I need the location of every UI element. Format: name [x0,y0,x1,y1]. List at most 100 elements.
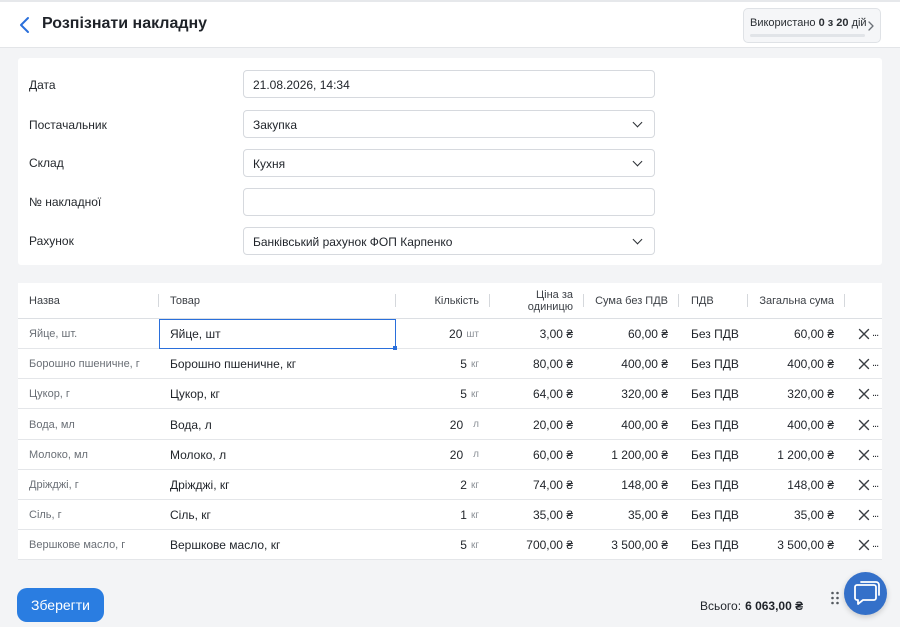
quantity-value: 1 [460,508,467,523]
row-total[interactable]: 400,00 ₴ [751,349,834,379]
row-vat[interactable]: Без ПДВ [691,500,739,530]
account-select[interactable]: Банківський рахунок ФОП Карпенко [243,227,655,255]
row-more-button[interactable]: ... [872,387,879,399]
row-product[interactable]: Дріжджі, кг [170,470,229,500]
row-sum-no-vat[interactable]: 35,00 ₴ [586,500,668,530]
account-label: Рахунок [29,234,74,248]
usage-widget[interactable]: Використано 0 з 20 дій [743,8,881,43]
save-button[interactable]: Зберегти [17,588,104,622]
column-separator[interactable] [678,294,679,307]
row-sum-no-vat[interactable]: 148,00 ₴ [586,470,668,500]
row-quantity[interactable]: 5 кг [398,379,479,409]
row-vat[interactable]: Без ПДВ [691,319,739,349]
column-separator[interactable] [158,294,159,307]
quantity-unit: кг [470,509,479,521]
drag-handle-icon[interactable] [830,590,840,606]
row-unit-price[interactable]: 64,00 ₴ [493,379,573,409]
row-quantity[interactable]: 20 шт [398,319,479,349]
row-name: Вершкове масло, г [29,539,126,552]
chat-button[interactable] [844,572,887,615]
row-total[interactable]: 3 500,00 ₴ [751,530,834,560]
row-vat[interactable]: Без ПДВ [691,440,739,470]
row-total[interactable]: 1 200,00 ₴ [751,440,834,470]
warehouse-select[interactable]: Кухня [243,149,655,177]
close-icon[interactable] [858,509,870,521]
close-icon[interactable] [858,358,870,370]
quantity-unit: кг [470,479,479,491]
column-separator[interactable] [583,294,584,307]
row-unit-price[interactable]: 3,00 ₴ [493,319,573,349]
close-icon[interactable] [858,479,870,491]
row-product[interactable]: Яйце, шт [170,319,221,349]
row-name: Борошно пшеничне, г [29,358,140,371]
row-name: Яйце, шт. [29,328,78,340]
row-vat[interactable]: Без ПДВ [691,410,739,440]
row-vat[interactable]: Без ПДВ [691,470,739,500]
row-unit-price[interactable]: 20,00 ₴ [493,410,573,440]
supplier-select[interactable]: Закупка [243,110,655,138]
column-separator[interactable] [844,294,845,307]
row-unit-price[interactable]: 74,00 ₴ [493,470,573,500]
row-product[interactable]: Цукор, кг [170,379,220,409]
table-row: Сіль, г Сіль, кг 1 кг 35,00 ₴ 35,00 ₴ Без ПДВ 3… [18,500,882,531]
row-quantity[interactable]: 1 кг [398,500,479,530]
column-separator[interactable] [747,294,748,307]
row-more-button[interactable]: ... [872,327,879,339]
row-name: Молоко, мл [29,448,88,461]
row-more-button[interactable]: ... [872,478,879,490]
table-row: Вода, мл Вода, л 20 л 20,00 ₴ 400,00 ₴ Без ПДВ… [18,410,882,440]
row-total[interactable]: 60,00 ₴ [751,319,834,349]
row-total[interactable]: 320,00 ₴ [751,379,834,409]
row-product[interactable]: Вода, л [170,410,212,440]
row-product[interactable]: Борошно пшеничне, кг [170,349,296,379]
row-more-button[interactable]: ... [872,448,879,460]
row-product[interactable]: Сіль, кг [170,500,211,530]
row-sum-no-vat[interactable]: 400,00 ₴ [586,410,668,440]
quantity-unit: л [473,449,479,461]
close-icon[interactable] [858,388,870,400]
row-quantity[interactable]: 5 кг [398,530,479,560]
row-total[interactable]: 35,00 ₴ [751,500,834,530]
row-quantity[interactable]: 5 кг [398,349,479,379]
close-icon[interactable] [858,419,870,431]
row-quantity[interactable]: 2 кг [398,470,479,500]
close-icon[interactable] [858,539,870,551]
row-total[interactable]: 148,00 ₴ [751,470,834,500]
row-more-button[interactable]: ... [872,418,879,430]
row-name: Цукор, г [29,388,70,401]
row-more-button[interactable]: ... [872,508,879,520]
row-vat[interactable]: Без ПДВ [691,530,739,560]
quantity-unit: кг [470,388,479,400]
invoice-number-field[interactable] [243,188,655,216]
row-sum-no-vat[interactable]: 60,00 ₴ [586,319,668,349]
date-field[interactable]: 21.08.2026, 14:34 [243,70,655,98]
row-more-button[interactable]: ... [872,538,879,550]
row-quantity[interactable]: 20 л [398,410,479,440]
row-quantity[interactable]: 20 л [398,440,479,470]
total-label: Всього: [700,599,742,613]
row-sum-no-vat[interactable]: 400,00 ₴ [586,349,668,379]
row-unit-price[interactable]: 60,00 ₴ [493,440,573,470]
usage-text: Використано 0 з 20 дій [750,17,867,29]
row-unit-price[interactable]: 700,00 ₴ [493,530,573,560]
row-sum-no-vat[interactable]: 1 200,00 ₴ [586,440,668,470]
close-icon[interactable] [858,449,870,461]
column-separator[interactable] [395,294,396,307]
column-separator[interactable] [489,294,490,307]
row-sum-no-vat[interactable]: 3 500,00 ₴ [586,530,668,560]
close-icon[interactable] [858,328,870,340]
row-sum-no-vat[interactable]: 320,00 ₴ [586,379,668,409]
row-product[interactable]: Вершкове масло, кг [170,530,280,560]
row-total[interactable]: 400,00 ₴ [751,410,834,440]
row-unit-price[interactable]: 80,00 ₴ [493,349,573,379]
table-row: Яйце, шт. Яйце, шт 20 шт 3,00 ₴ 60,00 ₴ Без ПД… [18,319,882,350]
row-vat[interactable]: Без ПДВ [691,379,739,409]
row-more-button[interactable]: ... [872,357,879,369]
row-unit-price[interactable]: 35,00 ₴ [493,500,573,530]
quantity-value: 20 [449,327,463,341]
quantity-unit: л [473,419,479,431]
row-product[interactable]: Молоко, л [170,440,226,470]
chevron-left-icon[interactable] [16,14,34,36]
row-vat[interactable]: Без ПДВ [691,349,739,379]
quantity-unit: кг [470,358,479,370]
